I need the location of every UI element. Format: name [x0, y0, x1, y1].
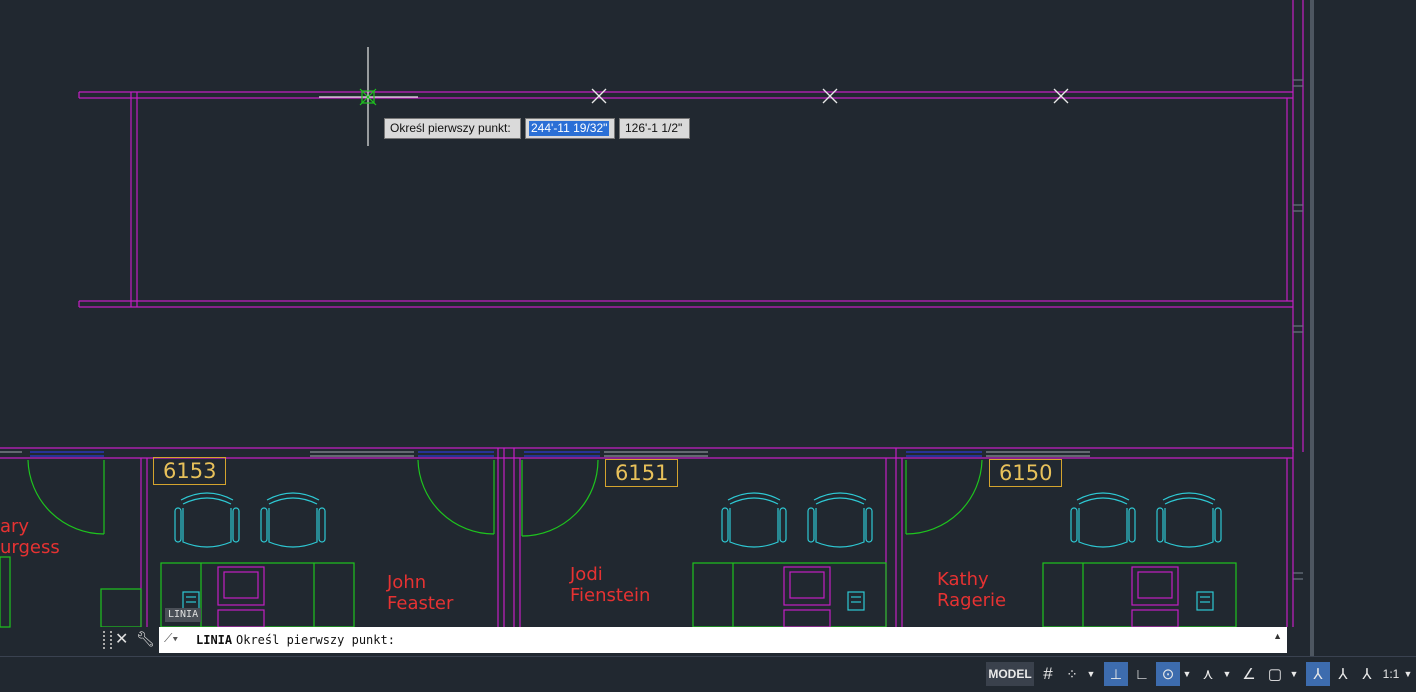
- isodraft-icon[interactable]: ⋏: [1197, 662, 1219, 686]
- snap-dropdown-icon[interactable]: ▼: [1085, 662, 1097, 686]
- ortho-icon[interactable]: ∟: [1130, 662, 1154, 686]
- phones: [182, 591, 1214, 611]
- command-line[interactable]: ⟋▾ LINIA Określ pierwszy punkt: ▲: [159, 627, 1287, 653]
- isodraft-dropdown-icon[interactable]: ▼: [1221, 662, 1233, 686]
- grid-icon[interactable]: #: [1037, 662, 1059, 686]
- command-line-tools: ✕ 🔧︎: [99, 627, 159, 653]
- windows: [0, 451, 1090, 457]
- occupant-name: ary urgess: [0, 516, 60, 558]
- object-snap-tracking-icon[interactable]: ∠: [1238, 662, 1260, 686]
- annotation-scale-value[interactable]: 1:1: [1380, 662, 1402, 686]
- chairs: [174, 492, 1222, 548]
- command-history-up-icon[interactable]: ▲: [1273, 631, 1282, 641]
- room-number-label: 6153: [153, 457, 227, 485]
- command-name: LINIA: [196, 633, 233, 647]
- occupant-name: John Feaster: [387, 572, 453, 614]
- right-wall: [1292, 0, 1304, 452]
- occupant-last-name: urgess: [0, 537, 60, 558]
- occupant-name: Jodi Fienstein: [570, 564, 650, 606]
- close-icon[interactable]: ✕: [115, 630, 128, 650]
- recent-commands-icon[interactable]: ⟋▾: [164, 631, 178, 646]
- polar-tracking-icon[interactable]: ⊙: [1156, 662, 1180, 686]
- annotation-scale-icon[interactable]: ⅄: [1356, 662, 1378, 686]
- command-prompt: Określ pierwszy punkt:: [236, 633, 395, 647]
- annotation-visibility-icon[interactable]: ⅄: [1306, 662, 1330, 686]
- grip-markers[interactable]: [591, 88, 1069, 104]
- snap-icon[interactable]: ⁘: [1061, 662, 1083, 686]
- occupant-last-name: Feaster: [387, 593, 454, 614]
- infer-constraints-icon[interactable]: ⊥: [1104, 662, 1128, 686]
- dynamic-input-prompt: Określ pierwszy punkt:: [384, 118, 521, 139]
- occupant-name: Kathy Ragerie: [937, 569, 1006, 611]
- drawing-canvas[interactable]: [0, 0, 1416, 691]
- grip-handle-icon[interactable]: [103, 631, 112, 649]
- polar-dropdown-icon[interactable]: ▼: [1181, 662, 1193, 686]
- model-space-button[interactable]: MODEL: [986, 662, 1034, 686]
- occupant-first-name: John: [387, 572, 427, 593]
- auto-scale-icon[interactable]: ⅄: [1332, 662, 1354, 686]
- scale-dropdown-icon[interactable]: ▼: [1402, 662, 1414, 686]
- dynamic-input-x-value[interactable]: 244'-11 19/32": [529, 121, 610, 136]
- dynamic-input-y-field[interactable]: 126'-1 1/2": [619, 118, 690, 139]
- room-number-label: 6151: [605, 459, 679, 487]
- occupant-last-name: Ragerie: [937, 590, 1007, 611]
- occupant-first-name: ary: [0, 516, 30, 537]
- object-snap-dropdown-icon[interactable]: ▼: [1288, 662, 1300, 686]
- computers: [217, 566, 1179, 628]
- occupant-last-name: Fienstein: [570, 585, 651, 606]
- occupant-first-name: Kathy: [937, 569, 989, 590]
- desks: [160, 562, 1237, 628]
- customize-wrench-icon[interactable]: 🔧︎: [136, 630, 155, 650]
- object-snap-icon[interactable]: ▢: [1263, 662, 1287, 686]
- occupant-first-name: Jodi: [570, 564, 603, 585]
- cursor-command-badge: LINIA: [165, 608, 202, 622]
- dynamic-input-x-field[interactable]: 244'-11 19/32": [525, 118, 615, 139]
- room-number-label: 6150: [989, 459, 1063, 487]
